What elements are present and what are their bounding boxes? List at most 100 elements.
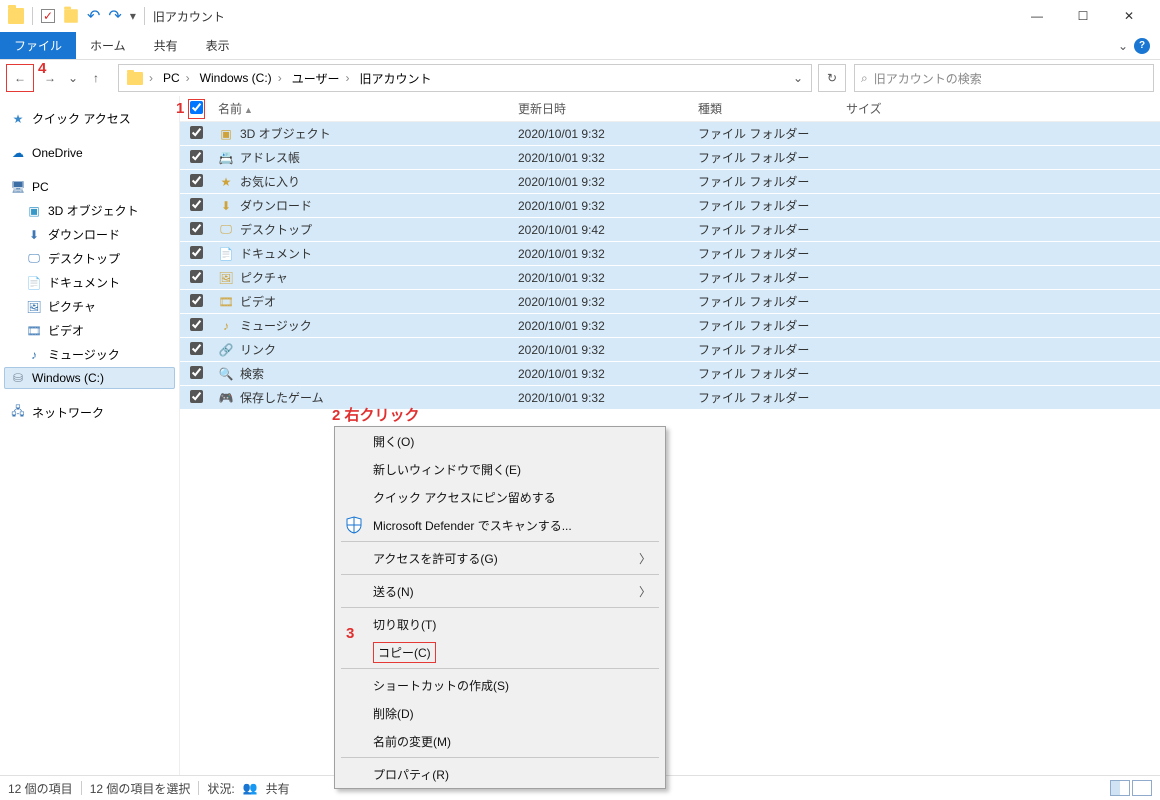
table-row[interactable]: 🎮保存したゲーム2020/10/01 9:32ファイル フォルダー: [180, 386, 1160, 410]
close-button[interactable]: ✕: [1106, 0, 1152, 32]
row-name: お気に入り: [240, 173, 300, 190]
row-checkbox[interactable]: [190, 198, 203, 211]
tab-view[interactable]: 表示: [192, 32, 244, 59]
view-details-button[interactable]: [1110, 780, 1130, 796]
header-select-all[interactable]: [180, 99, 212, 119]
chevron-down-icon[interactable]: ⌄: [1118, 39, 1128, 53]
row-name: 保存したゲーム: [240, 389, 324, 406]
sidebar-item-desktop[interactable]: 🖵デスクトップ: [4, 247, 175, 270]
checkbox-icon[interactable]: ✓: [41, 9, 55, 23]
header-date[interactable]: 更新日時: [512, 100, 692, 117]
menu-delete[interactable]: 削除(D): [335, 699, 665, 727]
row-checkbox[interactable]: [190, 174, 203, 187]
drive-icon: ⛁: [10, 370, 26, 386]
menu-open[interactable]: 開く(O): [335, 427, 665, 455]
folder-icon: 🎮: [218, 390, 234, 406]
table-row[interactable]: 🖼ピクチャ2020/10/01 9:32ファイル フォルダー: [180, 266, 1160, 290]
row-type: ファイル フォルダー: [692, 341, 840, 358]
tab-share[interactable]: 共有: [140, 32, 192, 59]
tab-file[interactable]: ファイル: [0, 32, 76, 59]
nav-bar: ← → ⌄ ↑ › PC› Windows (C:)› ユーザー› 旧アカウント…: [0, 60, 1160, 96]
menu-send-to[interactable]: 送る(N)〉: [335, 577, 665, 605]
table-row[interactable]: ★お気に入り2020/10/01 9:32ファイル フォルダー: [180, 170, 1160, 194]
sidebar-item-videos[interactable]: 🎞ビデオ: [4, 319, 175, 342]
recent-dropdown[interactable]: ⌄: [66, 64, 80, 92]
menu-defender-scan[interactable]: Microsoft Defender でスキャンする...: [335, 511, 665, 539]
sidebar-item-windows-c[interactable]: ⛁Windows (C:): [4, 367, 175, 389]
breadcrumb-drive[interactable]: Windows (C:): [200, 71, 272, 85]
sidebar-item-network[interactable]: 🖧ネットワーク: [4, 401, 175, 424]
select-all-checkbox[interactable]: [190, 101, 203, 114]
menu-cut[interactable]: 切り取り(T): [335, 610, 665, 638]
row-checkbox[interactable]: [190, 246, 203, 259]
breadcrumb-users[interactable]: ユーザー: [292, 70, 340, 87]
address-bar[interactable]: › PC› Windows (C:)› ユーザー› 旧アカウント ⌄: [118, 64, 812, 92]
refresh-button[interactable]: ↻: [818, 64, 846, 92]
row-checkbox[interactable]: [190, 222, 203, 235]
view-icons-button[interactable]: [1132, 780, 1152, 796]
download-icon: ⬇: [26, 227, 42, 243]
menu-pin-quick-access[interactable]: クイック アクセスにピン留めする: [335, 483, 665, 511]
header-type[interactable]: 種類: [692, 100, 840, 117]
back-button[interactable]: ←: [6, 64, 34, 92]
maximize-button[interactable]: ☐: [1060, 0, 1106, 32]
row-name: リンク: [240, 341, 276, 358]
breadcrumb-pc[interactable]: PC: [163, 71, 180, 85]
row-checkbox[interactable]: [190, 342, 203, 355]
up-button[interactable]: ↑: [82, 64, 110, 92]
table-row[interactable]: 🎞ビデオ2020/10/01 9:32ファイル フォルダー: [180, 290, 1160, 314]
row-checkbox[interactable]: [190, 294, 203, 307]
menu-open-new-window[interactable]: 新しいウィンドウで開く(E): [335, 455, 665, 483]
redo-icon[interactable]: ↷: [108, 6, 121, 26]
sidebar-item-quick-access[interactable]: ★クイック アクセス: [4, 107, 175, 130]
table-row[interactable]: 🖵デスクトップ2020/10/01 9:42ファイル フォルダー: [180, 218, 1160, 242]
row-name: アドレス帳: [240, 149, 300, 166]
address-dropdown[interactable]: ⌄: [789, 71, 807, 85]
sidebar-item-downloads[interactable]: ⬇ダウンロード: [4, 223, 175, 246]
sidebar-item-documents[interactable]: 📄ドキュメント: [4, 271, 175, 294]
folder-icon: 🖵: [218, 222, 234, 238]
menu-properties[interactable]: プロパティ(R): [335, 760, 665, 788]
row-name: ピクチャ: [240, 269, 288, 286]
row-date: 2020/10/01 9:42: [512, 223, 692, 237]
table-row[interactable]: 📇アドレス帳2020/10/01 9:32ファイル フォルダー: [180, 146, 1160, 170]
sidebar-item-music[interactable]: ♪ミュージック: [4, 343, 175, 366]
header-size[interactable]: サイズ: [840, 100, 940, 117]
chevron-down-icon[interactable]: ▾: [130, 9, 136, 23]
forward-button[interactable]: →: [36, 64, 64, 92]
folder-icon: ★: [218, 174, 234, 190]
sidebar-item-pictures[interactable]: 🖼ピクチャ: [4, 295, 175, 318]
menu-give-access[interactable]: アクセスを許可する(G)〉: [335, 544, 665, 572]
minimize-button[interactable]: —: [1014, 0, 1060, 32]
table-row[interactable]: ▣3D オブジェクト2020/10/01 9:32ファイル フォルダー: [180, 122, 1160, 146]
folder-icon: 🔗: [218, 342, 234, 358]
menu-create-shortcut[interactable]: ショートカットの作成(S): [335, 671, 665, 699]
row-checkbox[interactable]: [190, 390, 203, 403]
row-type: ファイル フォルダー: [692, 389, 840, 406]
row-checkbox[interactable]: [190, 150, 203, 163]
help-icon[interactable]: ?: [1134, 38, 1150, 54]
breadcrumb-folder[interactable]: 旧アカウント: [359, 70, 431, 87]
table-row[interactable]: 🔗リンク2020/10/01 9:32ファイル フォルダー: [180, 338, 1160, 362]
sidebar-item-3d-objects[interactable]: ▣3D オブジェクト: [4, 199, 175, 222]
tab-home[interactable]: ホーム: [76, 32, 140, 59]
sidebar-item-onedrive[interactable]: ☁OneDrive: [4, 142, 175, 164]
menu-rename[interactable]: 名前の変更(M): [335, 727, 665, 755]
star-icon: ★: [10, 111, 26, 127]
row-checkbox[interactable]: [190, 366, 203, 379]
table-row[interactable]: 📄ドキュメント2020/10/01 9:32ファイル フォルダー: [180, 242, 1160, 266]
row-checkbox[interactable]: [190, 126, 203, 139]
menu-copy[interactable]: コピー(C): [335, 638, 665, 666]
sidebar-item-pc[interactable]: 🖥PC: [4, 176, 175, 198]
table-row[interactable]: ♪ミュージック2020/10/01 9:32ファイル フォルダー: [180, 314, 1160, 338]
row-checkbox[interactable]: [190, 270, 203, 283]
row-checkbox[interactable]: [190, 318, 203, 331]
search-box[interactable]: ⌕ 旧アカウントの検索: [854, 64, 1154, 92]
table-row[interactable]: ⬇ダウンロード2020/10/01 9:32ファイル フォルダー: [180, 194, 1160, 218]
table-row[interactable]: 🔍検索2020/10/01 9:32ファイル フォルダー: [180, 362, 1160, 386]
nav-pane: ★クイック アクセス ☁OneDrive 🖥PC ▣3D オブジェクト ⬇ダウン…: [0, 96, 180, 775]
undo-icon[interactable]: ↶: [87, 6, 100, 26]
row-name: ダウンロード: [240, 197, 312, 214]
header-name[interactable]: 名前▲: [212, 100, 512, 117]
separator: [32, 7, 33, 25]
